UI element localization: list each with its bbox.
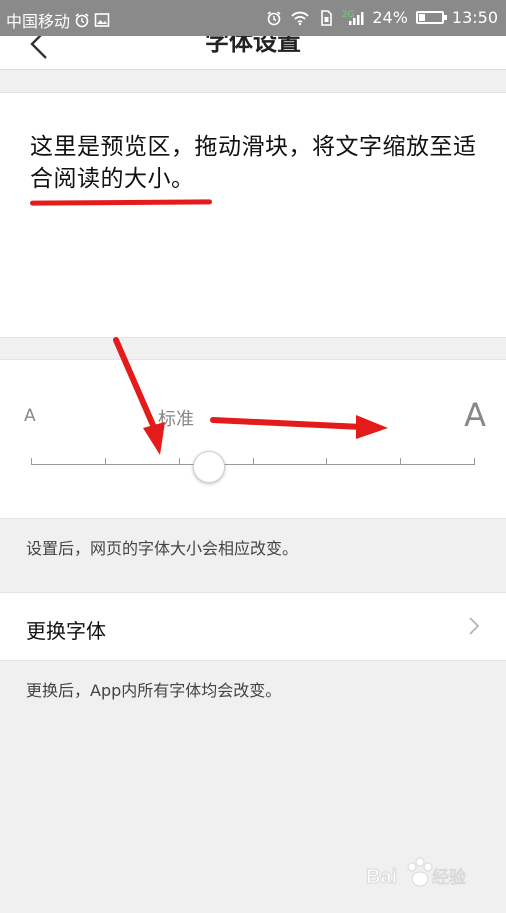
change-font-row[interactable]: 更换字体	[0, 592, 506, 661]
slider-tick	[253, 458, 254, 465]
large-font-label: A	[464, 396, 486, 434]
svg-text:经验: 经验	[432, 868, 466, 888]
wifi-icon	[290, 11, 309, 25]
battery-percent: 24%	[372, 8, 408, 27]
battery-fill	[418, 14, 425, 21]
change-font-label: 更换字体	[26, 619, 106, 643]
image-icon	[94, 13, 110, 27]
svg-text:Bai: Bai	[366, 866, 397, 888]
slider-tick	[105, 458, 106, 465]
alarm-icon	[75, 13, 89, 28]
font-size-hint: 设置后，网页的字体大小会相应改变。	[26, 539, 299, 558]
slider-tick	[474, 458, 475, 465]
page-title: 字体设置	[205, 36, 301, 56]
clock: 13:50	[451, 8, 498, 27]
red-underline-annotation	[29, 199, 213, 206]
alarm-icon	[267, 10, 281, 25]
slider-tick	[31, 458, 32, 465]
slider-tick	[326, 458, 327, 465]
change-font-hint: 更换后，App内所有字体均会改变。	[26, 681, 282, 700]
preview-area: 这里是预览区，拖动滑块，将文字缩放至适合阅读的大小。	[0, 92, 506, 338]
sim-card-icon	[320, 9, 332, 26]
carrier-label: 中国移动	[6, 12, 71, 31]
preview-text: 这里是预览区，拖动滑块，将文字缩放至适合阅读的大小。	[30, 134, 477, 192]
nav-header: 字体设置	[0, 36, 506, 70]
font-size-slider-panel: A 标准 A	[0, 359, 506, 519]
slider-thumb[interactable]	[193, 451, 225, 483]
slider-tick	[179, 458, 180, 465]
small-font-label: A	[24, 406, 36, 426]
battery-icon	[415, 11, 447, 24]
status-bar: 中国移动 2G 24% 13:50	[0, 0, 506, 36]
slider-tick	[400, 458, 401, 465]
network-type-badge: 2G	[341, 9, 355, 20]
standard-font-label: 标准	[158, 409, 194, 430]
chevron-right-icon	[469, 617, 480, 635]
baidu-jingyan-watermark-logo: Bai 经验	[366, 857, 467, 889]
